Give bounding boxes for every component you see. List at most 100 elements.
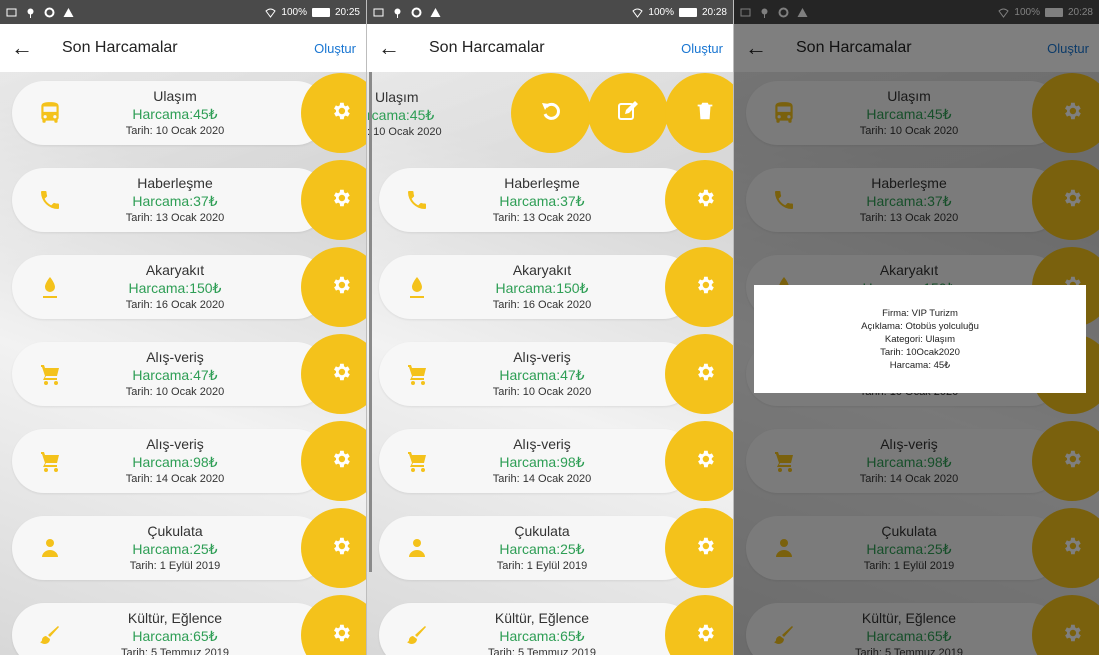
create-button[interactable]: Oluştur xyxy=(314,41,356,56)
status-bar: 100% 20:25 xyxy=(0,0,366,24)
item-amount: Harcama:150₺ xyxy=(495,280,589,296)
item-name: Kültür, Eğlence xyxy=(127,610,223,626)
item-name: Akaryakıt xyxy=(145,262,205,278)
list-item[interactable]: Akaryakıt Harcama:150₺ Tarih: 16 Ocak 20… xyxy=(12,255,328,319)
item-amount: Harcama:98₺ xyxy=(132,454,218,470)
list-item[interactable]: Alış-veriş Harcama:98₺ Tarih: 14 Ocak 20… xyxy=(12,429,328,493)
item-name: Alış-veriş xyxy=(146,436,204,452)
item-date: Tarih: 14 Ocak 2020 xyxy=(125,473,225,485)
person-icon xyxy=(403,534,431,562)
message-icon xyxy=(6,7,17,18)
gear-icon xyxy=(330,535,352,562)
sync-icon xyxy=(411,7,422,18)
cart-icon xyxy=(36,360,64,388)
dialog-description: Açıklama: Otobüs yolculuğu xyxy=(861,320,979,332)
status-bar: 100% 20:28 xyxy=(367,0,733,24)
list-item[interactable]: Akaryakıt Harcama:150₺ Tarih: 16 Ocak 20… xyxy=(379,255,695,319)
trash-icon xyxy=(694,100,716,127)
expense-list: Ulaşım rcama:45₺ : 10 Ocak 2020 Haberleş… xyxy=(367,72,733,655)
item-amount: Harcama:65₺ xyxy=(132,628,218,644)
item-amount: Harcama:37₺ xyxy=(499,193,585,209)
cart-icon xyxy=(403,447,431,475)
phone-icon xyxy=(403,186,431,214)
dialog-date: Tarih: 10Ocak2020 xyxy=(880,346,960,358)
list-item[interactable]: Kültür, Eğlence Harcama:65₺ Tarih: 5 Tem… xyxy=(12,603,328,655)
undo-button[interactable] xyxy=(511,73,591,153)
delete-button[interactable] xyxy=(665,73,733,153)
warning-icon xyxy=(63,7,74,18)
phone-icon xyxy=(36,186,64,214)
item-date: Tarih: 10 Ocak 2020 xyxy=(492,386,592,398)
item-date: Tarih: 16 Ocak 2020 xyxy=(125,299,225,311)
gear-icon xyxy=(330,622,352,649)
item-name: Çukulata xyxy=(514,523,570,539)
list-item[interactable]: Kültür, Eğlence Harcama:65₺ Tarih: 5 Tem… xyxy=(379,603,695,655)
screen-1: 100% 20:25 ← Son Harcamalar Oluştur Ulaş… xyxy=(0,0,366,655)
item-date: Tarih: 14 Ocak 2020 xyxy=(492,473,592,485)
cart-icon xyxy=(403,360,431,388)
battery-icon xyxy=(678,7,697,17)
item-amount: Harcama:45₺ xyxy=(132,106,218,122)
message-icon xyxy=(373,7,384,18)
item-amount: Harcama:25₺ xyxy=(499,541,585,557)
app-bar: ← Son Harcamalar Oluştur xyxy=(0,24,366,72)
dialog-category: Kategori: Ulaşım xyxy=(884,333,956,345)
list-item[interactable]: Ulaşım Harcama:45₺ Tarih: 10 Ocak 2020 xyxy=(12,81,328,145)
sync-icon xyxy=(44,7,55,18)
status-time: 20:28 xyxy=(701,6,727,18)
edit-icon xyxy=(616,99,640,128)
gear-icon xyxy=(330,187,352,214)
list-item[interactable]: Alış-veriş Harcama:98₺ Tarih: 14 Ocak 20… xyxy=(379,429,695,493)
list-item[interactable]: Çukulata Harcama:25₺ Tarih: 1 Eylül 2019 xyxy=(379,516,695,580)
expense-detail-dialog: Firma: VIP Turizm Açıklama: Otobüs yolcu… xyxy=(754,285,1086,393)
screen-2: 100% 20:28 ← Son Harcamalar Oluştur Ulaş… xyxy=(367,0,733,655)
create-button[interactable]: Oluştur xyxy=(681,41,723,56)
item-amount: Harcama:98₺ xyxy=(499,454,585,470)
item-name: Ulaşım xyxy=(153,88,197,104)
battery-percent: 100% xyxy=(281,6,307,18)
edit-button[interactable] xyxy=(588,73,668,153)
list-item[interactable]: Çukulata Harcama:25₺ Tarih: 1 Eylül 2019 xyxy=(12,516,328,580)
swiped-list-item[interactable]: Ulaşım rcama:45₺ : 10 Ocak 2020 xyxy=(367,88,487,148)
list-item[interactable]: Alış-veriş Harcama:47₺ Tarih: 10 Ocak 20… xyxy=(12,342,328,406)
item-name: Çukulata xyxy=(147,523,203,539)
battery-percent: 100% xyxy=(648,6,674,18)
item-name: Kültür, Eğlence xyxy=(494,610,590,626)
item-name: Haberleşme xyxy=(137,175,213,191)
expense-list: Ulaşım Harcama:45₺ Tarih: 10 Ocak 2020 H… xyxy=(0,72,366,655)
item-date: Tarih: 16 Ocak 2020 xyxy=(492,299,592,311)
dialog-firm: Firma: VIP Turizm xyxy=(882,307,958,319)
item-amount: Harcama:37₺ xyxy=(132,193,218,209)
bus-icon xyxy=(36,99,64,127)
brush-icon xyxy=(36,621,64,649)
gear-icon xyxy=(694,187,716,214)
cart-icon xyxy=(36,447,64,475)
gear-icon xyxy=(330,274,352,301)
item-date: Tarih: 5 Temmuz 2019 xyxy=(120,647,230,655)
gear-icon xyxy=(694,622,716,649)
item-name: Alış-veriş xyxy=(146,349,204,365)
settings-button[interactable] xyxy=(665,595,733,655)
item-date: Tarih: 5 Temmuz 2019 xyxy=(487,647,597,655)
settings-button[interactable] xyxy=(301,595,366,655)
dialog-amount: Harcama: 45₺ xyxy=(889,359,951,371)
warning-icon xyxy=(430,7,441,18)
gear-icon xyxy=(330,100,352,127)
item-name: Akaryakıt xyxy=(512,262,572,278)
arrow-left-icon[interactable]: ← xyxy=(377,35,401,60)
wifi-icon xyxy=(265,7,277,18)
app-bar: ← Son Harcamalar Oluştur xyxy=(367,24,733,72)
item-amount: Harcama:65₺ xyxy=(499,628,585,644)
scroll-divider xyxy=(369,72,372,572)
list-item[interactable]: Alış-veriş Harcama:47₺ Tarih: 10 Ocak 20… xyxy=(379,342,695,406)
list-item[interactable]: Haberleşme Harcama:37₺ Tarih: 13 Ocak 20… xyxy=(379,168,695,232)
gear-icon xyxy=(694,448,716,475)
list-item[interactable]: Haberleşme Harcama:37₺ Tarih: 13 Ocak 20… xyxy=(12,168,328,232)
item-name: Haberleşme xyxy=(504,175,580,191)
item-date: Tarih: 10 Ocak 2020 xyxy=(125,386,225,398)
item-amount: Harcama:47₺ xyxy=(132,367,218,383)
battery-icon xyxy=(311,7,330,17)
page-title: Son Harcamalar xyxy=(429,39,545,56)
brush-icon xyxy=(403,621,431,649)
arrow-left-icon[interactable]: ← xyxy=(10,35,34,60)
